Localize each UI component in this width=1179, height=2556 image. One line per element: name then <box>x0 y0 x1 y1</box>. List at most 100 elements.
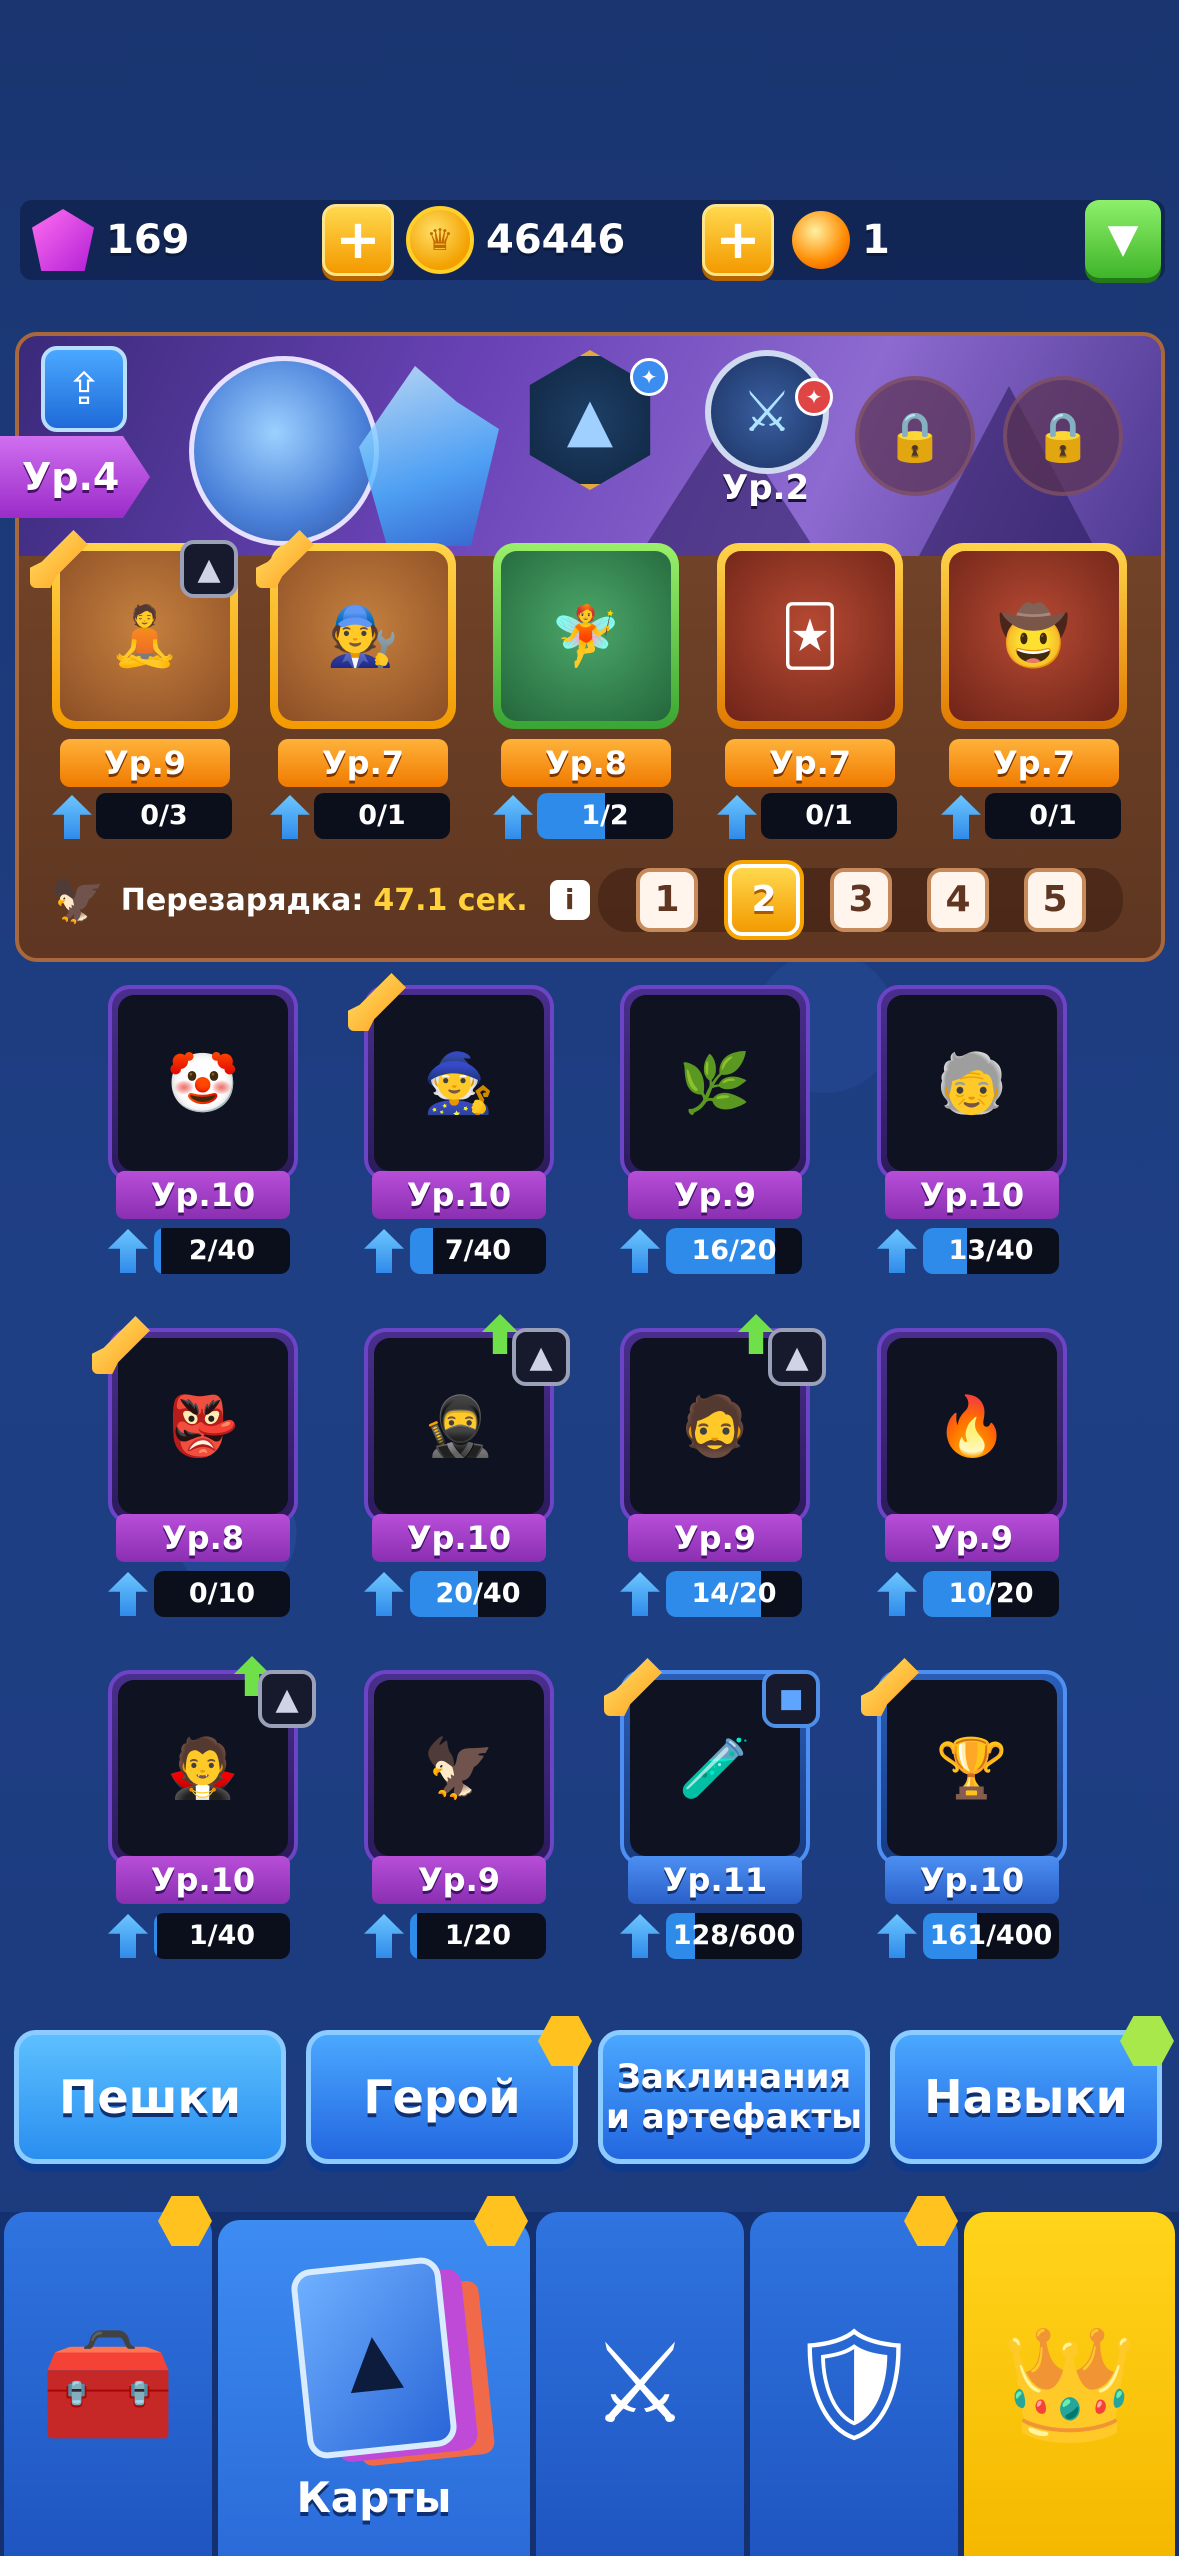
nav-cards[interactable]: ▲ Карты <box>218 2220 530 2556</box>
collection-card[interactable]: 🌿 Ур.9 16/20 <box>620 985 810 1285</box>
pawns-tab[interactable]: Пешки <box>14 2030 286 2164</box>
card-progress-text: 14/20 <box>691 1578 777 1609</box>
deck-card[interactable]: 🧚 Ур.8 1/2 <box>493 543 679 848</box>
card-level: Ур.10 <box>116 1856 290 1904</box>
card-progress: 1/40 <box>154 1913 290 1959</box>
upgrade-arrow-icon <box>941 795 981 839</box>
card-progress: 128/600 <box>666 1913 802 1959</box>
nav-clan[interactable]: 🛡 <box>750 2212 958 2556</box>
card-progress: 0/1 <box>761 793 897 839</box>
reload-info: 🦅 Перезарядка: 47.1 сек. i <box>50 870 590 930</box>
laurel-crown-icon: 👑 <box>1001 2320 1138 2448</box>
card-progress: 2/40 <box>154 1228 290 1274</box>
locked-slot-2[interactable]: 🔒 <box>1003 376 1123 496</box>
crossed-swords-icon: ⚔ <box>590 2320 690 2448</box>
card-frame: 🧙 <box>364 985 554 1181</box>
nav-battle[interactable]: ⚔ <box>536 2212 744 2556</box>
card-progress: 16/20 <box>666 1228 802 1274</box>
upgrade-arrow-icon <box>620 1572 660 1616</box>
old-wizard-icon: 🧓 <box>935 1048 1009 1117</box>
card-level: Ур.7 <box>278 739 448 787</box>
skill-level: Ур.2 <box>722 468 810 508</box>
card-progress: 0/3 <box>96 793 232 839</box>
skill-badge-icon: ✦ <box>795 378 833 416</box>
upgrade-arrow-icon <box>493 795 533 839</box>
locked-slot-1[interactable]: 🔒 <box>855 376 975 496</box>
hood-icon: ▲ <box>566 385 614 455</box>
tab-label-line2: и артефакты <box>606 2097 862 2137</box>
card-level: Ур.10 <box>885 1171 1059 1219</box>
deck-page-2-button[interactable]: 2 <box>728 864 800 936</box>
collection-card[interactable]: 🧓 Ур.10 13/40 <box>877 985 1067 1285</box>
card-progress: 1/20 <box>410 1913 546 1959</box>
card-level: Ур.9 <box>628 1171 802 1219</box>
upgrade-arrow-icon <box>270 795 310 839</box>
coin-icon: ♛ <box>406 206 474 274</box>
collection-card[interactable]: 👺 Ур.8 0/10 <box>108 1328 298 1628</box>
card-progress-text: 10/20 <box>948 1578 1034 1609</box>
deck-page-4-button[interactable]: 4 <box>927 868 989 932</box>
skills-tab[interactable]: Навыки <box>890 2030 1162 2164</box>
reload-time: 47.1 сек. <box>373 882 528 918</box>
card-frame: 🧓 <box>877 985 1067 1181</box>
upgrade-arrow-icon <box>364 1229 404 1273</box>
card-progress-text: 128/600 <box>672 1920 796 1951</box>
card-level: Ур.9 <box>885 1514 1059 1562</box>
collection-card[interactable]: 🔥 Ур.9 10/20 <box>877 1328 1067 1628</box>
harlequin-icon: 🤡 <box>166 1048 240 1117</box>
card-portrait: 🧓 <box>887 995 1057 1171</box>
deck-card[interactable]: 🧑‍🔧 Ур.7 0/1 <box>270 543 456 848</box>
deck-page-1-button[interactable]: 1 <box>636 868 698 932</box>
card-progress-text: 0/1 <box>358 800 406 831</box>
vampire-icon: 🧛 <box>166 1733 240 1802</box>
card-progress-text: 161/400 <box>929 1920 1053 1951</box>
buy-coins-button[interactable]: + <box>702 204 774 276</box>
deck-card[interactable]: 🤠 Ур.7 0/1 <box>941 543 1127 848</box>
share-deck-button[interactable]: ⇪ <box>41 346 127 432</box>
nav-shop[interactable]: 🧰 <box>4 2212 212 2556</box>
chevron-down-icon: ▼ <box>1107 216 1139 262</box>
treasure-chest-icon: 🧰 <box>39 2320 177 2448</box>
upgrade-arrow-icon <box>364 1572 404 1616</box>
gem-counter: 169 <box>32 200 190 280</box>
card-frame: 🏆 <box>877 1670 1067 1866</box>
collection-card[interactable]: 🏆 Ур.10 161/400 <box>877 1670 1067 1970</box>
upgrade-arrow-icon <box>620 1229 660 1273</box>
dropdown-button[interactable]: ▼ <box>1085 200 1161 278</box>
card-portrait: 🤠 <box>949 551 1119 721</box>
deck-page-3-button[interactable]: 3 <box>830 868 892 932</box>
upgrade-arrow-icon <box>108 1229 148 1273</box>
collection-card[interactable]: 🧙 Ур.10 7/40 <box>364 985 554 1285</box>
nav-rating[interactable]: 👑 <box>964 2212 1175 2556</box>
upgrade-arrow-icon <box>717 795 757 839</box>
buy-gems-button[interactable]: + <box>322 204 394 276</box>
hero-tab[interactable]: Герой <box>306 2030 578 2164</box>
card-portrait: 🧚 <box>501 551 671 721</box>
deck-card[interactable]: 🃏 Ур.7 0/1 <box>717 543 903 848</box>
upgrade-arrow-icon <box>108 1914 148 1958</box>
rare-triangle-icon: ▲ <box>258 1670 316 1728</box>
card-portrait: 🦅 <box>374 1680 544 1856</box>
card-portrait: 🃏 <box>725 551 895 721</box>
card-progress-text: 0/1 <box>805 800 853 831</box>
collection-card[interactable]: 🦅 Ур.9 1/20 <box>364 1670 554 1970</box>
collection-card[interactable]: 🤡 Ур.10 2/40 <box>108 985 298 1285</box>
epic-square-icon: ■ <box>762 1670 820 1728</box>
card-progress: 0/1 <box>314 793 450 839</box>
gem-icon <box>32 209 94 271</box>
card-progress: 0/1 <box>985 793 1121 839</box>
dryad-icon: 🧚 <box>549 601 623 670</box>
deck-page-5-button[interactable]: 5 <box>1024 868 1086 932</box>
card-level: Ур.8 <box>116 1514 290 1562</box>
hero-portrait[interactable] <box>189 356 379 546</box>
banner-icon: 🏆 <box>935 1733 1009 1802</box>
info-icon[interactable]: i <box>549 880 590 920</box>
card-level: Ур.11 <box>628 1856 802 1904</box>
assassin-icon: 🥷 <box>422 1391 496 1460</box>
card-frame: 🦅 <box>364 1670 554 1866</box>
card-frame: 🤡 <box>108 985 298 1181</box>
plague-doctor-icon: 🧙 <box>422 1048 496 1117</box>
upgrade-arrow-icon <box>877 1914 917 1958</box>
spells-artifacts-tab[interactable]: Заклинания и артефакты <box>598 2030 870 2164</box>
token-count: 1 <box>862 217 890 263</box>
